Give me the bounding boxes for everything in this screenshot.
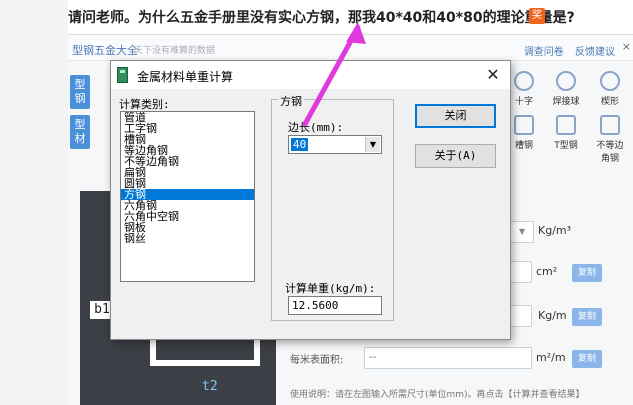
area-output (508, 261, 532, 283)
background-close-icon[interactable]: × (622, 40, 631, 53)
reward-badge[interactable]: 奖 (529, 8, 545, 24)
area-unit: cm² (536, 265, 558, 278)
page-left-gutter (0, 0, 68, 405)
group-title: 方钢 (278, 93, 304, 109)
dialog-titlebar: 金属材料单重计算 ✕ (111, 61, 510, 89)
copy-surface-button[interactable]: 复制 (572, 350, 602, 368)
surface-area-output: -- (364, 347, 532, 369)
surface-area-unit: m²/m (536, 351, 566, 364)
shape-icon-grid: 十字 焊接球 楔形 槽钢 T型钢 不等边角钢 (508, 69, 633, 164)
shape-unequal-angle[interactable]: 不等边角钢 (596, 115, 624, 164)
shape-welded-ball[interactable]: 焊接球 (552, 71, 580, 107)
unit-weight-value: 12.5600 (292, 299, 339, 312)
shape-t-steel[interactable]: T型钢 (552, 115, 580, 151)
unit-weight-output: 12.5600 (288, 296, 382, 315)
side-tab-profile[interactable]: 型材 (70, 115, 90, 149)
side-length-combobox[interactable]: 40 ▼ (288, 135, 382, 154)
copy-area-button[interactable]: 复制 (572, 264, 602, 282)
background-app-titlebar: 型钢五金大全 天下没有难算的数据 调查问卷 反馈建议 × (68, 35, 633, 61)
category-item[interactable]: 钢丝 (121, 233, 254, 244)
angle-shape-icon (600, 115, 620, 135)
question-text: 请问老师。为什么五金手册里没有实心方钢，那我40*40和40*80的理论重量是? (68, 10, 575, 26)
shape-cross[interactable]: 十字 (510, 71, 538, 107)
ball-shape-icon (556, 71, 576, 91)
surface-area-label: 每米表面积: (290, 355, 344, 366)
close-button[interactable]: 关闭 (415, 104, 496, 128)
usage-note: 使用说明：请在左图输入所需尺寸(单位mm)。再点击【计算并查看结果】 (290, 390, 585, 400)
channel-shape-icon (514, 115, 534, 135)
about-button[interactable]: 关于(A) (415, 144, 496, 168)
close-icon[interactable]: ✕ (479, 63, 507, 87)
side-tab-steel[interactable]: 型钢 (70, 75, 90, 109)
chevron-down-icon: ▼ (519, 227, 526, 236)
weight-output (508, 305, 532, 327)
background-app-subtitle: 天下没有难算的数据 (134, 46, 216, 56)
shape-wedge[interactable]: 楔形 (596, 71, 624, 107)
copy-weight-button[interactable]: 复制 (572, 308, 602, 326)
metal-weight-dialog: 金属材料单重计算 ✕ 计算类别: 管道 工字钢 槽钢 等边角钢 不等边角钢 扁钢 圆钢 方钢六… (110, 60, 511, 340)
background-app-title: 型钢五金大全 (72, 44, 138, 57)
density-select[interactable]: ▼ (508, 221, 534, 243)
survey-link[interactable]: 调查问卷 (524, 47, 564, 58)
chevron-down-icon[interactable]: ▼ (365, 137, 380, 152)
wedge-shape-icon (600, 71, 620, 91)
category-listbox[interactable]: 管道 工字钢 槽钢 等边角钢 不等边角钢 扁钢 圆钢 方钢 六角钢 六角中空钢 钢板 钢丝 (120, 111, 255, 282)
weight-unit: Kg/m (538, 309, 567, 322)
category-label: 计算类别: (119, 98, 170, 111)
unit-weight-label: 计算单重(kg/m): (285, 282, 376, 295)
dimension-label-t2: t2 (202, 379, 218, 394)
density-unit: Kg/m³ (538, 224, 572, 237)
question-header: 请问老师。为什么五金手册里没有实心方钢，那我40*40和40*80的理论重量是?… (68, 0, 633, 34)
side-length-value[interactable]: 40 (291, 138, 309, 151)
calculator-icon (117, 67, 128, 83)
cross-shape-icon (514, 71, 534, 91)
t-shape-icon (556, 115, 576, 135)
side-length-label: 边长(mm): (288, 121, 344, 134)
shape-channel[interactable]: 槽钢 (510, 115, 538, 151)
background-app-links: 调查问卷 反馈建议 (516, 43, 615, 58)
feedback-link[interactable]: 反馈建议 (575, 47, 615, 58)
dialog-title: 金属材料单重计算 (137, 70, 234, 84)
